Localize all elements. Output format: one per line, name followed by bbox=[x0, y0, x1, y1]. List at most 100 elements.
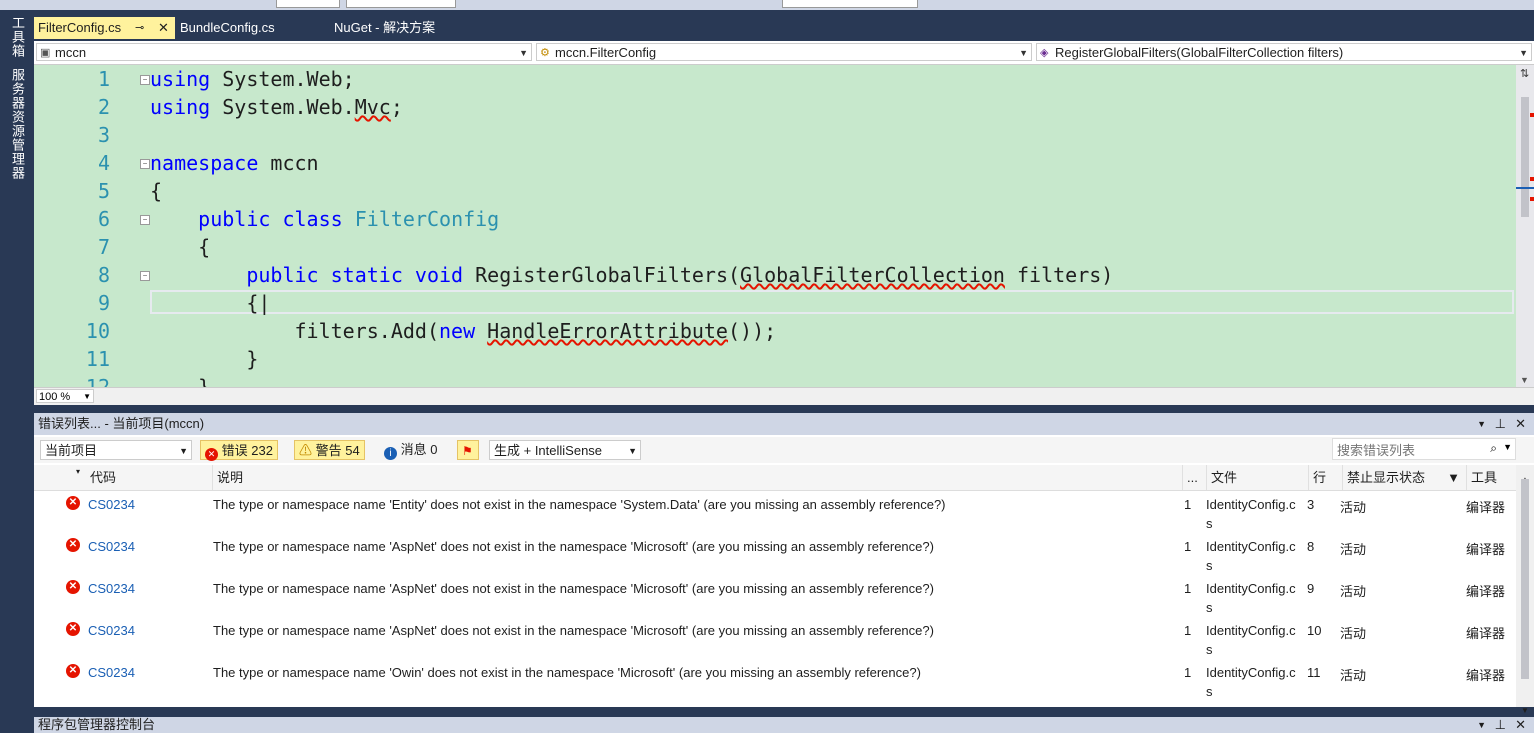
chevron-down-icon: ▼ bbox=[1519, 48, 1528, 58]
close-icon[interactable]: ✕ bbox=[1515, 717, 1526, 733]
method-icon: ◈ bbox=[1040, 47, 1049, 59]
toolbar-find-combo[interactable] bbox=[782, 0, 918, 8]
error-file[interactable]: IdentityConfig.c bbox=[1206, 665, 1296, 680]
tab-bundleconfig[interactable]: BundleConfig.cs bbox=[176, 17, 326, 39]
project-combo[interactable]: ▣ mccn ▼ bbox=[36, 43, 532, 61]
table-row[interactable]: ✕ CS0234 The type or namespace name 'Asp… bbox=[34, 577, 1514, 619]
column-code[interactable]: 代码 bbox=[86, 465, 214, 490]
type-combo[interactable]: ⚙ mccn.FilterConfig ▼ bbox=[536, 43, 1032, 61]
error-file[interactable]: IdentityConfig.c bbox=[1206, 539, 1296, 554]
column-file[interactable]: 文件 bbox=[1206, 465, 1308, 490]
code-editor[interactable]: 1 2 3 4 5 6 7 8 9 10 11 12 − − − − using… bbox=[34, 65, 1534, 387]
table-row[interactable]: ✕ CS0234 The type or namespace name 'Asp… bbox=[34, 535, 1514, 577]
dropdown-icon[interactable]: ▼ bbox=[1477, 413, 1486, 435]
error-file[interactable]: IdentityConfig.c bbox=[1206, 581, 1296, 596]
error-line: 10 bbox=[1307, 623, 1322, 638]
code-line-5: { bbox=[150, 179, 163, 203]
tab-filterconfig[interactable]: FilterConfig.cs ⊸ ✕ bbox=[34, 17, 175, 39]
error-line: 11 bbox=[1307, 665, 1321, 680]
error-file[interactable]: IdentityConfig.c bbox=[1206, 623, 1296, 638]
filter-toggle-button[interactable]: ⚑ bbox=[457, 440, 479, 460]
tab-label: BundleConfig.cs bbox=[180, 20, 275, 35]
chevron-down-icon: ▼ bbox=[83, 392, 91, 401]
tab-label: FilterConfig.cs bbox=[38, 20, 122, 35]
error-state: 活动 bbox=[1340, 668, 1367, 683]
toolbar-platform-combo[interactable] bbox=[346, 0, 456, 8]
table-row[interactable]: ✕ CS0234 The type or namespace name 'Ent… bbox=[34, 493, 1514, 535]
error-project: 1 bbox=[1184, 623, 1192, 638]
error-line: 3 bbox=[1307, 497, 1315, 512]
member-label: RegisterGlobalFilters(GlobalFilterCollec… bbox=[1055, 45, 1344, 60]
current-line-highlight bbox=[150, 290, 1514, 314]
panel-title: 错误列表... - 当前项目(mccn) bbox=[38, 416, 205, 431]
dropdown-icon[interactable]: ▼ bbox=[1477, 717, 1486, 733]
collapse-toggle-icon[interactable]: − bbox=[140, 271, 150, 281]
pin-icon[interactable]: ⊥ bbox=[1495, 717, 1506, 733]
column-suppression-label: 禁止显示状态 bbox=[1347, 470, 1426, 485]
error-description: The type or namespace name 'AspNet' does… bbox=[213, 581, 934, 596]
line-number: 4 bbox=[97, 151, 110, 175]
code-line-8: public static void RegisterGlobalFilters… bbox=[246, 263, 1114, 287]
code-line-10: filters.Add(new HandleErrorAttribute()); bbox=[150, 319, 777, 343]
column-project[interactable]: ... bbox=[1182, 465, 1206, 490]
error-icon: ✕ bbox=[66, 622, 80, 636]
pin-icon[interactable]: ⊥ bbox=[1495, 413, 1506, 435]
line-number: 2 bbox=[97, 95, 110, 119]
line-number: 8 bbox=[97, 263, 110, 287]
column-line[interactable]: 行 bbox=[1308, 465, 1342, 490]
member-combo[interactable]: ◈ RegisterGlobalFilters(GlobalFilterColl… bbox=[1036, 43, 1532, 61]
scope-combo[interactable]: 当前项目 ▼ bbox=[40, 440, 192, 460]
split-icon[interactable]: ⇅ bbox=[1520, 67, 1529, 80]
sort-icon[interactable]: ▾ bbox=[76, 459, 80, 484]
error-state: 活动 bbox=[1340, 584, 1367, 599]
collapse-toggle-icon[interactable]: − bbox=[140, 159, 150, 169]
server-explorer-tab[interactable]: 服务器资源管理器 bbox=[8, 68, 27, 180]
error-code[interactable]: CS0234 bbox=[88, 497, 135, 512]
error-code[interactable]: CS0234 bbox=[88, 665, 135, 680]
errors-filter-button[interactable]: ✕ 错误 232 bbox=[200, 440, 278, 461]
close-icon[interactable]: ✕ bbox=[158, 17, 169, 39]
error-project: 1 bbox=[1184, 497, 1192, 512]
search-input[interactable] bbox=[1335, 440, 1489, 460]
error-code[interactable]: CS0234 bbox=[88, 581, 135, 596]
error-list-scrollbar[interactable]: ▲ ▼ bbox=[1516, 465, 1534, 715]
error-description: The type or namespace name 'Owin' does n… bbox=[213, 665, 921, 680]
toolbar-config-combo[interactable] bbox=[276, 0, 340, 8]
filter-icon[interactable]: ▼ bbox=[1447, 465, 1460, 490]
error-icon: ✕ bbox=[66, 496, 80, 510]
error-file-wrap: s bbox=[1206, 600, 1213, 615]
table-row[interactable]: ✕ CS0234 The type or namespace name 'Owi… bbox=[34, 661, 1514, 703]
warnings-filter-button[interactable]: ⚠ 警告 54 bbox=[294, 440, 365, 460]
close-icon[interactable]: ✕ bbox=[1515, 413, 1526, 435]
error-marker bbox=[1530, 197, 1534, 201]
table-row[interactable]: ✕ CS0234 The type or namespace name 'Asp… bbox=[34, 619, 1514, 661]
build-filter-combo[interactable]: 生成 + IntelliSense ▼ bbox=[489, 440, 641, 460]
chevron-down-icon[interactable]: ▼ bbox=[1503, 442, 1512, 452]
document-tabs: FilterConfig.cs ⊸ ✕ BundleConfig.cs NuGe… bbox=[34, 17, 1534, 39]
code-line-7: { bbox=[150, 235, 211, 259]
column-description[interactable]: 说明 bbox=[212, 465, 1182, 490]
scroll-down-icon[interactable]: ▼ bbox=[1520, 375, 1529, 385]
scroll-thumb[interactable] bbox=[1521, 479, 1529, 679]
search-icon[interactable]: ⌕ bbox=[1490, 441, 1497, 456]
error-tool: 编译器 bbox=[1466, 500, 1506, 515]
messages-filter-button[interactable]: i 消息 0 bbox=[380, 440, 441, 460]
collapse-toggle-icon[interactable]: − bbox=[140, 215, 150, 225]
editor-vertical-scrollbar[interactable]: ⇅ ▼ bbox=[1516, 65, 1534, 387]
pin-icon[interactable]: ⊸ bbox=[135, 17, 144, 39]
search-box[interactable]: ⌕ ▼ bbox=[1332, 438, 1516, 460]
column-tool[interactable]: 工具 bbox=[1466, 465, 1516, 490]
error-file[interactable]: IdentityConfig.c bbox=[1206, 497, 1296, 512]
error-code[interactable]: CS0234 bbox=[88, 539, 135, 554]
error-list-panel: 错误列表... - 当前项目(mccn) ▼ ⊥ ✕ 当前项目 ▼ ✕ 错误 2… bbox=[34, 413, 1534, 715]
toolbox-tab[interactable]: 工具箱 bbox=[8, 16, 27, 58]
scroll-thumb[interactable] bbox=[1521, 97, 1529, 217]
line-number: 1 bbox=[97, 67, 110, 91]
error-code[interactable]: CS0234 bbox=[88, 623, 135, 638]
collapse-toggle-icon[interactable]: − bbox=[140, 75, 150, 85]
line-number: 3 bbox=[97, 123, 110, 147]
zoom-combo[interactable]: 100 % ▼ bbox=[36, 389, 94, 403]
error-tool: 编译器 bbox=[1466, 584, 1506, 599]
tab-nuget[interactable]: NuGet - 解决方案 bbox=[330, 17, 500, 39]
column-suppression[interactable]: 禁止显示状态 ▼ bbox=[1342, 465, 1466, 490]
